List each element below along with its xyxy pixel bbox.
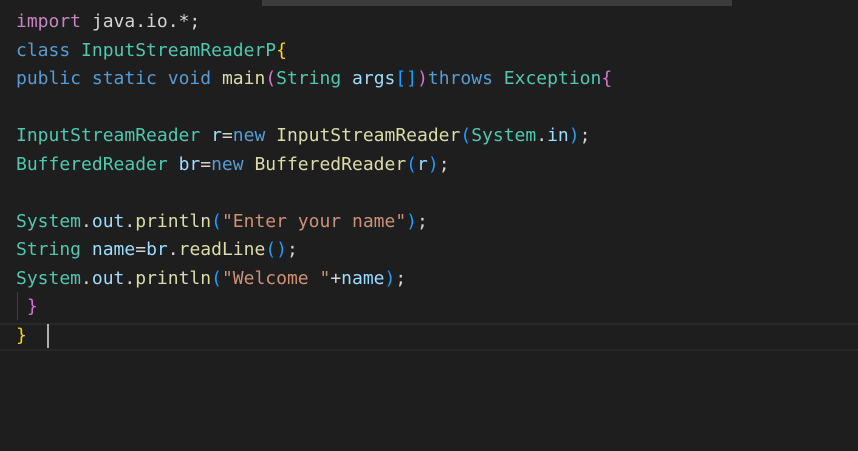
code-token: String	[16, 239, 82, 260]
code-token: +	[330, 267, 342, 289]
code-token: ()	[265, 239, 287, 260]
code-token: throws	[427, 68, 493, 89]
code-token: (	[211, 210, 222, 232]
code-token: Exception	[503, 68, 602, 89]
code-token: out	[91, 210, 125, 232]
code-token: System	[471, 125, 537, 146]
code-line[interactable]	[16, 94, 612, 123]
code-line[interactable]: InputStreamReader r=new InputStreamReade…	[16, 122, 612, 151]
code-token: name	[91, 239, 136, 260]
code-token: ;	[417, 210, 428, 232]
code-token: readLine	[178, 239, 266, 260]
code-token: .	[124, 210, 136, 232]
code-token: main	[221, 68, 266, 89]
code-editor[interactable]: import java.io.*; class InputStreamReader…	[0, 0, 858, 451]
code-token: name	[341, 267, 385, 289]
code-line[interactable]: String name=br.readLine();	[16, 236, 612, 265]
code-token: ;	[395, 267, 407, 289]
code-token: static	[91, 68, 157, 89]
code-token: public	[16, 68, 82, 89]
code-token: )	[568, 125, 580, 146]
code-token: )	[417, 68, 428, 89]
code-lines[interactable]: import java.io.*; class InputStreamReader…	[16, 8, 612, 350]
code-token: BufferedReader	[254, 153, 407, 175]
code-token: .	[167, 239, 179, 260]
code-token: args	[352, 68, 396, 89]
code-token: )	[406, 210, 418, 232]
code-token: {	[601, 68, 613, 89]
code-token: System	[16, 210, 82, 232]
code-token: .	[81, 267, 92, 289]
code-line[interactable]: class InputStreamReaderP{	[16, 37, 612, 66]
code-token: (	[211, 267, 222, 289]
code-token: ;	[438, 153, 450, 175]
code-token: InputStreamReader	[16, 125, 201, 146]
scrollbar-thumb[interactable]	[262, 0, 732, 6]
code-token: java.io.*;	[81, 11, 201, 32]
code-line[interactable]: System.out.println("Welcome "+name);	[16, 265, 612, 294]
code-token: )	[427, 153, 439, 175]
code-token: )	[384, 267, 396, 289]
code-token: "Enter your name"	[221, 210, 407, 232]
code-token: new	[232, 125, 266, 146]
code-token: String	[276, 68, 342, 89]
code-token: }	[26, 296, 38, 317]
code-token: out	[91, 267, 125, 289]
code-line[interactable]: }	[16, 293, 612, 322]
code-line[interactable]: BufferedReader br=new BufferedReader(r);	[16, 151, 612, 180]
code-line[interactable]: }	[16, 322, 612, 351]
code-token: class	[16, 39, 82, 61]
code-token: (	[265, 68, 277, 89]
code-token: "Welcome "	[221, 267, 331, 289]
code-token: .	[124, 267, 136, 289]
code-token: import	[16, 11, 82, 32]
text-cursor	[46, 323, 49, 348]
code-token: (	[406, 153, 418, 175]
code-token: InputStreamReader	[276, 125, 461, 146]
code-token: br	[178, 153, 201, 175]
code-token: br	[146, 239, 168, 260]
code-token: ;	[287, 239, 298, 260]
code-line[interactable]	[16, 179, 612, 208]
code-line[interactable]: public static void main(String args[])th…	[16, 65, 612, 94]
code-token: .	[536, 125, 548, 146]
code-token: new	[211, 153, 244, 175]
code-token: void	[167, 68, 212, 89]
code-token: =	[200, 153, 212, 175]
code-token: r	[417, 153, 428, 175]
code-token: (	[460, 125, 472, 146]
code-line[interactable]: System.out.println("Enter your name");	[16, 208, 612, 237]
code-token: .	[81, 210, 92, 232]
code-token: r	[211, 125, 222, 146]
code-token: []	[395, 68, 418, 89]
code-token: =	[135, 239, 147, 260]
code-token: println	[135, 267, 212, 289]
code-token: InputStreamReaderP	[81, 39, 277, 61]
code-token: in	[547, 125, 569, 146]
code-token: println	[135, 210, 212, 232]
code-line[interactable]: import java.io.*;	[16, 8, 612, 37]
code-token: ;	[579, 125, 591, 146]
code-token: {	[276, 39, 287, 61]
horizontal-scrollbar[interactable]	[0, 0, 858, 6]
code-token: =	[221, 125, 233, 146]
code-token: }	[16, 324, 27, 346]
code-token: System	[16, 267, 82, 289]
code-token: BufferedReader	[16, 153, 168, 175]
